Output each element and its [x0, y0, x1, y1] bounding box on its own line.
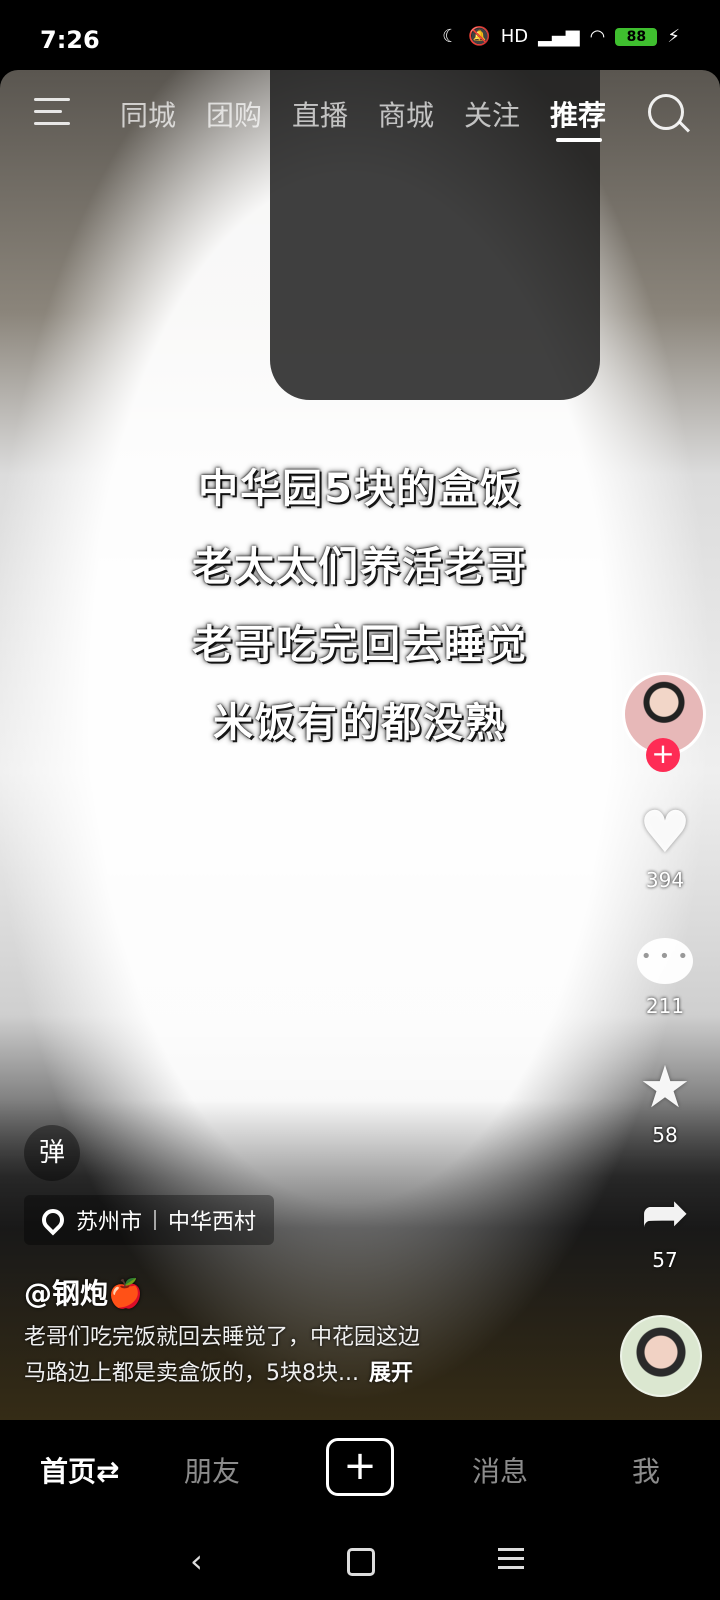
- tab-tuijian[interactable]: 推荐: [550, 94, 606, 134]
- comment-icon: [637, 938, 693, 984]
- tab-tongcheng[interactable]: 同城: [120, 94, 176, 134]
- share-count: 57: [652, 1248, 678, 1272]
- nav-me[interactable]: 我: [632, 1450, 660, 1490]
- tab-guanzhu[interactable]: 关注: [464, 94, 520, 134]
- caption-line: 老哥吃完回去睡觉: [192, 622, 528, 668]
- moon-icon: ☾: [442, 26, 459, 47]
- status-bar: 7:26 ☾ 🔕 HD ▂▄▆ ◠ 88 ⚡: [0, 0, 720, 70]
- caption-line: 中华园5块的盒饭: [198, 466, 522, 512]
- location-tag[interactable]: 苏州市 中华西村: [24, 1195, 275, 1245]
- description-line: 马路边上都是卖盒饭的，5块8块... 展开: [24, 1361, 413, 1386]
- status-time: 7:26: [40, 26, 100, 54]
- back-icon[interactable]: ‹: [190, 1542, 203, 1580]
- tab-tuangou[interactable]: 团购: [206, 94, 262, 134]
- mute-icon: 🔕: [468, 26, 491, 47]
- tab-shangcheng[interactable]: 商城: [378, 94, 434, 134]
- nav-messages[interactable]: 消息: [472, 1450, 528, 1490]
- location-city: 苏州市: [76, 1210, 143, 1235]
- signal-icon: ▂▄▆: [538, 26, 580, 47]
- comment-count: 211: [645, 994, 685, 1018]
- caption-line: 老太太们养活老哥: [192, 544, 528, 590]
- top-nav: 同城 团购 直播 商城 关注 推荐: [0, 88, 720, 148]
- danmu-toggle[interactable]: 弹: [24, 1125, 80, 1181]
- heart-icon: ♥: [639, 798, 691, 866]
- favorite-count: 58: [652, 1123, 678, 1147]
- status-icons: ☾ 🔕 HD ▂▄▆ ◠ 88 ⚡: [442, 26, 680, 47]
- favorite-button[interactable]: ★ 58: [620, 1055, 710, 1147]
- search-icon[interactable]: [648, 94, 684, 130]
- nav-friends[interactable]: 朋友: [184, 1450, 240, 1490]
- nav-home[interactable]: 首页⇄: [40, 1450, 119, 1490]
- bottom-nav: 首页⇄ 朋友 + 消息 我: [0, 1420, 720, 1520]
- home-icon[interactable]: [347, 1548, 375, 1576]
- like-button[interactable]: ♥ 394: [620, 800, 710, 892]
- signal-label: HD: [500, 26, 529, 47]
- location-place: 中华西村: [168, 1210, 257, 1235]
- follow-button[interactable]: +: [646, 738, 680, 772]
- location-divider: [154, 1210, 157, 1230]
- comment-button[interactable]: 211: [620, 930, 710, 1018]
- video-caption: 中华园5块的盒饭 老太太们养活老哥 老哥吃完回去睡觉 米饭有的都没熟: [110, 450, 610, 762]
- share-button[interactable]: ➦ 57: [620, 1180, 710, 1272]
- video-description: 老哥们吃完饭就回去睡觉了，中花园这边 马路边上都是卖盒饭的，5块8块... 展开: [24, 1320, 584, 1392]
- battery-icon: 88: [615, 27, 658, 46]
- system-nav: ‹: [0, 1520, 720, 1600]
- recents-icon[interactable]: [498, 1542, 524, 1575]
- caption-line: 米饭有的都没熟: [213, 700, 507, 746]
- like-count: 394: [645, 868, 685, 892]
- menu-icon[interactable]: [34, 98, 70, 128]
- star-icon: ★: [639, 1053, 691, 1121]
- wifi-icon: ◠: [589, 26, 606, 47]
- tab-zhibo[interactable]: 直播: [292, 94, 348, 134]
- create-button[interactable]: +: [326, 1438, 394, 1496]
- author-username[interactable]: @钢炮🍎: [24, 1272, 143, 1312]
- location-pin-icon: [37, 1204, 69, 1236]
- expand-link[interactable]: 展开: [369, 1361, 413, 1386]
- charging-icon: ⚡: [667, 26, 680, 47]
- share-arrow-icon: ➦: [640, 1178, 690, 1246]
- description-line: 老哥们吃完饭就回去睡觉了，中花园这边: [24, 1325, 421, 1350]
- music-disc[interactable]: [620, 1315, 702, 1397]
- active-tab-indicator: [556, 138, 602, 142]
